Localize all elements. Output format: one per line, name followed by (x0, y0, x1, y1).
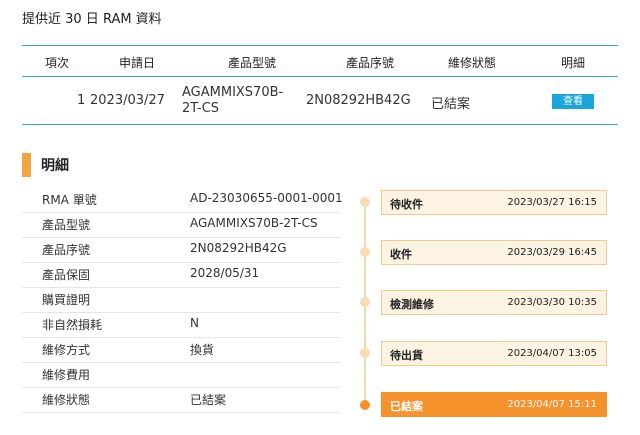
detail-label: 產品保固 (42, 268, 91, 282)
detail-label: 購買證明 (42, 293, 91, 307)
timeline-status: 已結案 (390, 400, 423, 413)
detail-row: 產品保固 2028/05/31 (22, 262, 340, 288)
table-row: 1 2023/03/27 AGAMMIXS70B- 2T-CS 2N08292H… (22, 77, 618, 124)
detail-value: 已結案 (190, 393, 227, 407)
detail-row: 購買證明 (22, 287, 340, 313)
header-apply-date: 申請日 (118, 56, 156, 70)
timeline-time: 2023/03/30 10:35 (507, 297, 597, 308)
detail-row: 產品序號 2N08292HB42G (22, 237, 340, 263)
timeline-dot (360, 197, 370, 207)
section-accent-bar (22, 153, 31, 177)
detail-label: 產品型號 (42, 218, 91, 232)
detail-label: 維修方式 (42, 343, 91, 357)
detail-value: 換貨 (190, 343, 215, 357)
cell-status: 已結案 (431, 97, 471, 112)
detail-label: 非自然損耗 (42, 318, 103, 332)
detail-row: 產品型號 AGAMMIXS70B-2T-CS (22, 212, 340, 238)
detail-label: RMA 單號 (42, 193, 97, 207)
detail-row: 維修費用 (22, 362, 340, 388)
timeline-time: 2023/03/29 16:45 (507, 247, 597, 258)
detail-value: AD-23030655-0001-0001 (190, 191, 343, 205)
timeline-card: 待收件 2023/03/27 16:15 (381, 190, 607, 215)
header-index: 項次 (44, 56, 70, 70)
detail-row: RMA 單號 AD-23030655-0001-0001 (22, 187, 343, 213)
header-model: 產品型號 (227, 56, 277, 70)
timeline-time: 2023/04/07 15:11 (507, 399, 597, 410)
timeline-status: 待收件 (390, 198, 423, 211)
detail-value: 2N08292HB42G (190, 241, 287, 255)
cell-serial: 2N08292HB42G (306, 93, 411, 108)
timeline-dot (360, 297, 370, 307)
view-button[interactable]: 查看 (552, 94, 594, 109)
detail-row: 維修方式 換貨 (22, 337, 340, 363)
timeline-card-active: 已結案 2023/04/07 15:11 (381, 392, 607, 417)
detail-row: 維修狀態 已結案 (22, 387, 340, 413)
timeline-dot-active (360, 400, 370, 410)
cell-model-line2: 2T-CS (182, 101, 220, 116)
timeline-card: 待出貨 2023/04/07 13:05 (381, 341, 607, 366)
detail-label: 維修狀態 (42, 393, 91, 407)
detail-row: 非自然損耗 N (22, 312, 340, 338)
timeline-status: 收件 (390, 248, 412, 261)
detail-label: 維修費用 (42, 368, 91, 382)
section-title: 明細 (41, 158, 69, 174)
timeline-card: 收件 2023/03/29 16:45 (381, 240, 607, 265)
cell-model-line1: AGAMMIXS70B- (182, 85, 284, 100)
cell-index: 1 (77, 93, 86, 108)
header-detail: 明細 (560, 56, 586, 70)
detail-value: 2028/05/31 (190, 266, 260, 280)
detail-value: AGAMMIXS70B-2T-CS (190, 216, 318, 230)
timeline-status: 待出貨 (390, 349, 423, 362)
timeline-dot (360, 348, 370, 358)
detail-value: N (190, 316, 199, 330)
header-serial: 產品序號 (345, 56, 395, 70)
rma-table: 項次 申請日 產品型號 產品序號 維修狀態 明細 1 2023/03/27 AG… (22, 45, 618, 125)
timeline-dot (360, 247, 370, 257)
page-title: 提供近 30 日 RAM 資料 (22, 12, 162, 27)
table-header: 項次 申請日 產品型號 產品序號 維修狀態 明細 (22, 46, 618, 77)
timeline-time: 2023/03/27 16:15 (507, 197, 597, 208)
timeline-card: 檢測維修 2023/03/30 10:35 (381, 290, 607, 315)
cell-apply-date: 2023/03/27 (90, 93, 165, 108)
timeline-status: 檢測維修 (390, 298, 434, 311)
header-status: 維修狀態 (447, 56, 497, 70)
detail-label: 產品序號 (42, 243, 91, 257)
timeline-time: 2023/04/07 13:05 (507, 348, 597, 359)
